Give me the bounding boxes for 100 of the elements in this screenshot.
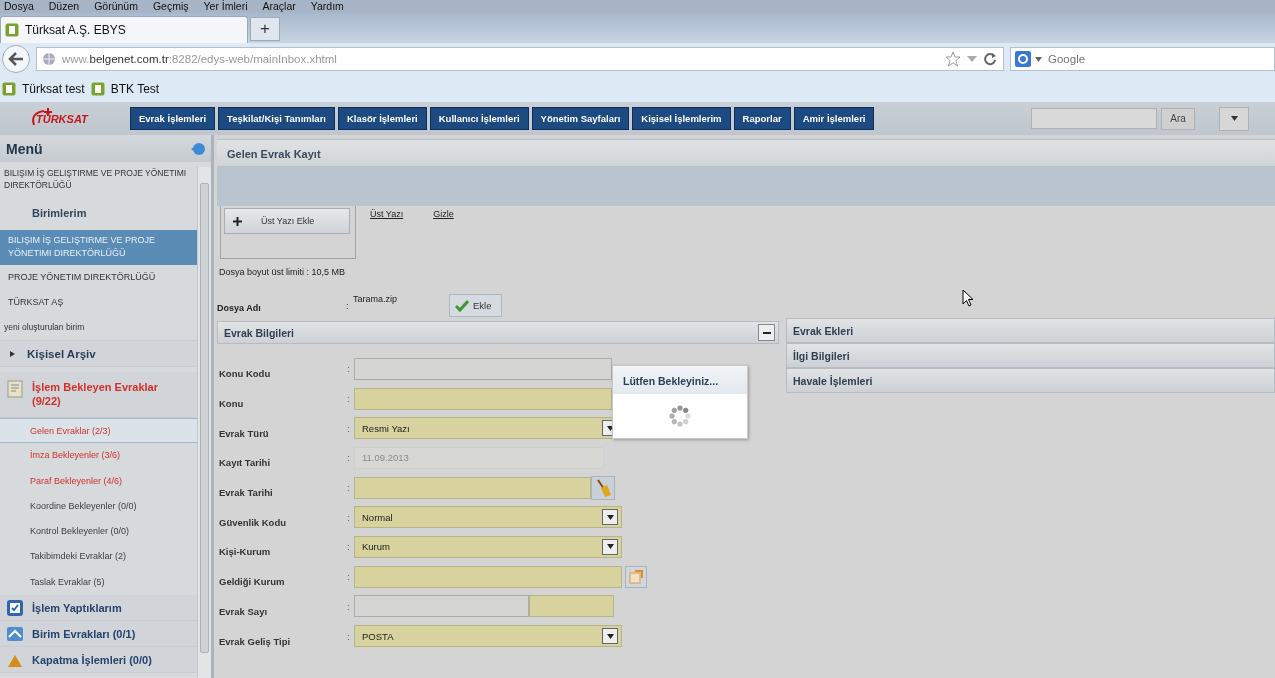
lookup-button[interactable]: [625, 565, 647, 588]
menu-item[interactable]: Yardım: [310, 0, 344, 13]
text-link[interactable]: Üst Yazı: [370, 209, 404, 222]
menu-item[interactable]: Araçlar: [262, 0, 296, 13]
menu-link-text[interactable]: Paraf Bekleyenler (4/6): [30, 475, 123, 486]
back-button[interactable]: [2, 45, 30, 73]
menu-item[interactable]: Yer İmleri: [203, 0, 248, 13]
spinner-icon: [668, 404, 692, 428]
menu-link-text[interactable]: Koordine Bekleyenler (0/0): [30, 500, 137, 511]
input-field[interactable]: [354, 387, 612, 410]
bookmark-link[interactable]: Türksat test: [2, 81, 85, 96]
menu-link-text[interactable]: Taslak Evraklar (5): [30, 576, 105, 587]
accordion-header[interactable]: İlgi Bilgileri: [786, 343, 1275, 368]
menu-link-item[interactable]: Takibimdeki Evraklar (2): [0, 544, 197, 570]
colon: :: [347, 600, 351, 612]
menu-link-item[interactable]: Kontrol Bekleyenler (0/0): [0, 519, 197, 545]
group-icon: [6, 598, 24, 617]
dropdown-icon: [967, 55, 977, 63]
menu-link-text[interactable]: Takibimdeki Evraklar (2): [30, 551, 127, 562]
input-field[interactable]: [354, 565, 622, 588]
unit-item[interactable]: PROJE YÖNETIM DIREKTÖRLÜĞÜ: [0, 265, 197, 290]
nav-menu-button[interactable]: Kişisel İşlemlerim: [632, 107, 731, 130]
caret-icon: [606, 633, 614, 639]
colon: :: [347, 452, 351, 464]
unit-item[interactable]: TÜRKSAT AŞ: [0, 290, 197, 315]
folder-item[interactable]: Kişisel Arşiv: [0, 340, 197, 367]
input-field[interactable]: [529, 595, 614, 618]
menu-group-item[interactable]: İşlem Yaptıklarım: [0, 595, 197, 622]
user-dropdown-button[interactable]: [1219, 106, 1249, 131]
menu-link-item[interactable]: Paraf Bekleyenler (4/6): [0, 468, 197, 494]
input-field[interactable]: [354, 595, 529, 618]
colon: :: [347, 571, 351, 583]
nav-menu-button[interactable]: Yönetim Sayfaları: [531, 107, 630, 130]
menu-link-item[interactable]: Taslak Evraklar (5): [0, 569, 197, 596]
address-bar[interactable]: www.belgenet.com.tr:8282/edys-web/mainInbox.xhtml: [36, 47, 1004, 71]
logo: TÜRKSAT: [0, 104, 130, 133]
menu-link-text[interactable]: Gelen Evraklar (2/3): [30, 426, 111, 436]
search-field[interactable]: Google: [1046, 49, 1274, 69]
field-label: Geldiği Kurum: [218, 575, 286, 588]
search-button[interactable]: Ara: [1161, 107, 1195, 130]
accordion-header[interactable]: Havale İşlemleri: [786, 368, 1275, 393]
nav-menu-button[interactable]: Amir İşlemleri: [793, 107, 875, 130]
colon: :: [347, 541, 351, 553]
nav-menu-button[interactable]: Kullanıcı İşlemleri: [429, 107, 529, 130]
search-field[interactable]: [1031, 108, 1157, 129]
dropdown-field[interactable]: POSTA: [354, 625, 622, 648]
menu-group-item[interactable]: Kapatma İşlemleri (0/0): [0, 647, 197, 674]
input-field[interactable]: [354, 357, 612, 380]
field-label: Kişi-Kurum: [218, 545, 272, 558]
clear-button[interactable]: [591, 475, 615, 500]
group-icon: [6, 624, 24, 643]
text-link[interactable]: Gizle: [433, 209, 454, 222]
menu-item[interactable]: Düzen: [48, 0, 80, 13]
add-cover-letter-button[interactable]: Üst Yazı Ekle: [224, 208, 350, 234]
add-button[interactable]: Ekle: [449, 294, 502, 317]
nav-menu-button[interactable]: Klasör İşlemleri: [338, 107, 427, 130]
menu-item[interactable]: Geçmiş: [152, 0, 189, 13]
menu-link-item[interactable]: İmza Bekleyenler (3/6): [0, 443, 197, 469]
collapse-icon: [191, 141, 205, 156]
reload-icon: [983, 52, 997, 66]
field-label: Kayıt Tarihi: [218, 456, 272, 469]
field-label: Evrak Türü: [218, 426, 270, 439]
section-heading: Birimlerim: [31, 206, 88, 221]
colon: :: [347, 630, 351, 642]
menu-item[interactable]: Dosya: [4, 0, 34, 13]
nav-menu-button[interactable]: Evrak İşlemleri: [130, 107, 216, 130]
colon: :: [347, 393, 351, 405]
colon: :: [347, 482, 351, 494]
menu-link-text[interactable]: İmza Bekleyenler (3/6): [30, 450, 121, 461]
file-size-limit: Dosya boyut üst limiti : 10,5 MB: [218, 266, 347, 279]
field-label: Güvenlik Kodu: [218, 515, 288, 528]
unit-item[interactable]: yeni oluşturulan birim: [0, 315, 197, 340]
search-engine-icon: [1015, 51, 1031, 67]
menu-link-item[interactable]: Gelen Evraklar (2/3): [0, 418, 197, 444]
sidebar-title: Menü: [6, 140, 43, 157]
browser-tab[interactable]: Türksat A.Ş. EBYS: [0, 16, 248, 43]
menu-link-text[interactable]: Kontrol Bekleyenler (0/0): [30, 526, 130, 537]
dropdown-field[interactable]: Kurum: [354, 535, 622, 558]
nav-menu-button[interactable]: Raporlar: [733, 107, 791, 130]
search-bar[interactable]: Google: [1010, 47, 1275, 71]
check-icon: [455, 299, 469, 312]
scrollbar[interactable]: [197, 167, 211, 678]
accordion-header[interactable]: Evrak Bilgileri: [217, 321, 779, 344]
unit-caption: BILIŞIM İŞ GELIŞTIRME VE PROJE YÖNETIMI DIREKTÖRLÜĞÜ: [3, 167, 188, 192]
plus-icon: [233, 216, 242, 226]
field-label: Evrak Tarihi: [218, 486, 274, 499]
menu-item[interactable]: Görünüm: [94, 0, 138, 13]
favicon-icon: [2, 81, 16, 96]
dropdown-field[interactable]: Normal: [354, 506, 622, 529]
accordion-header[interactable]: Evrak Ekleri: [786, 318, 1275, 343]
globe-icon: [42, 52, 56, 66]
back-arrow-icon: [8, 52, 24, 66]
lookup-icon: [629, 569, 643, 584]
nav-menu-button[interactable]: Teşkilat/Kişi Tanımları: [218, 107, 335, 130]
menu-group-item[interactable]: Birim Evrakları (0/1): [0, 621, 197, 648]
input-field[interactable]: [354, 476, 591, 499]
menu-link-item[interactable]: Koordine Bekleyenler (0/0): [0, 493, 197, 520]
new-tab-button[interactable]: +: [250, 17, 280, 41]
bookmark-link[interactable]: BTK Test: [90, 81, 160, 96]
collapse-button[interactable]: [758, 324, 775, 341]
